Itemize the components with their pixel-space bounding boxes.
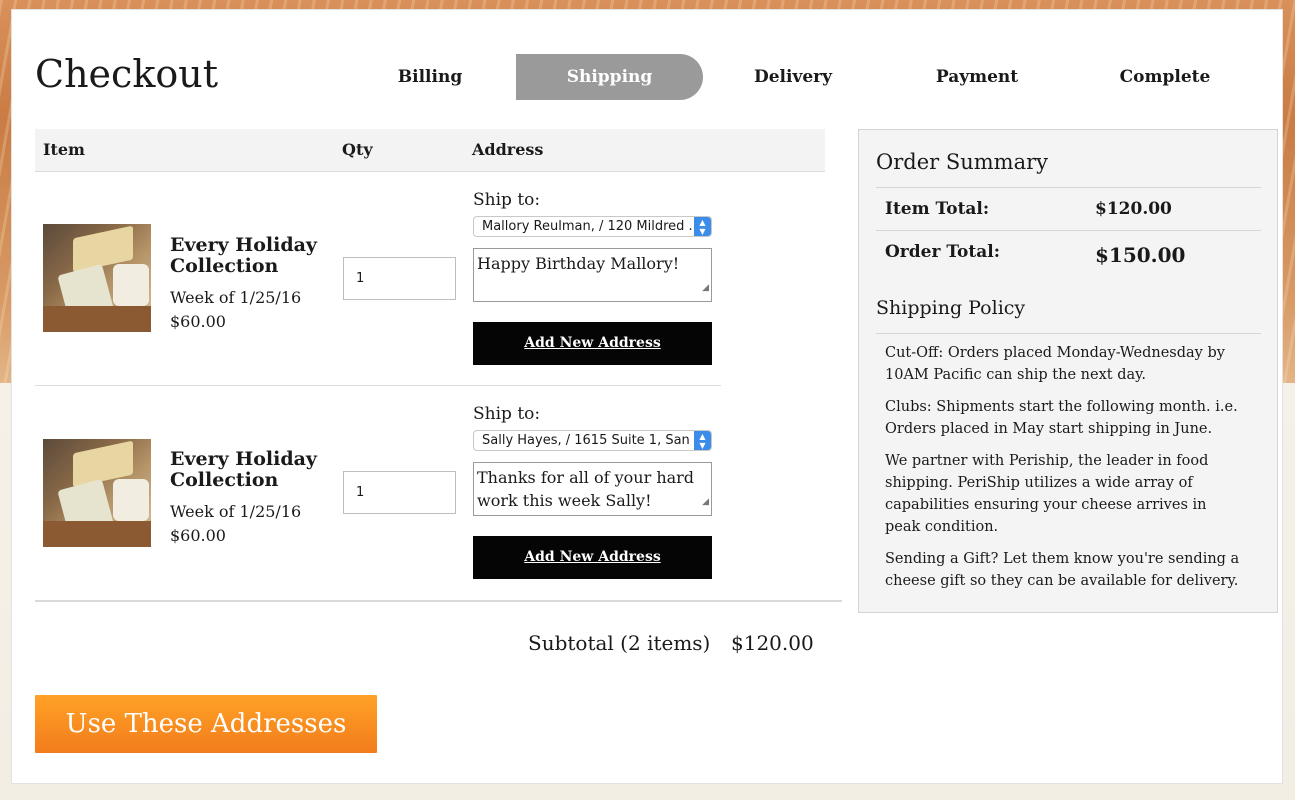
subtotal-label: Subtotal (2 items) [528, 631, 711, 655]
cart-bottom-divider [35, 600, 842, 602]
item-total-value: $120.00 [1095, 199, 1172, 219]
product-image[interactable] [43, 439, 151, 547]
order-summary: Order Summary Item Total: $120.00 Order … [858, 129, 1278, 613]
product-week: Week of 1/25/16 [170, 502, 302, 521]
quantity-input[interactable]: 1 [343, 257, 456, 300]
step-payment[interactable]: Payment [920, 54, 1034, 100]
updown-chevron-icon: ▲ ▼ [694, 431, 711, 450]
step-shipping[interactable]: Shipping [516, 54, 703, 100]
checkout-panel: Checkout Billing Shipping Delivery Payme… [11, 9, 1283, 784]
order-total-label: Order Total: [885, 242, 1000, 262]
product-name[interactable]: Every Holiday Collection [170, 235, 340, 277]
page-title: Checkout [35, 52, 218, 96]
product-price: $60.00 [170, 526, 226, 545]
summary-divider [876, 333, 1261, 334]
add-new-address-button[interactable]: Add New Address [473, 322, 712, 365]
gift-message-text: Thanks for all of your hard work this we… [477, 468, 695, 510]
product-name[interactable]: Every Holiday Collection [170, 449, 340, 491]
policy-paragraph: Clubs: Shipments start the following mon… [885, 399, 1238, 437]
summary-divider [876, 230, 1261, 231]
policy-paragraph: Cut-Off: Orders placed Monday-Wednesday … [885, 345, 1225, 383]
ship-to-label: Ship to: [473, 404, 541, 424]
ship-to-label: Ship to: [473, 190, 541, 210]
address-select-value: Sally Hayes, / 1615 Suite 1, San ... [482, 433, 707, 448]
item-total-label: Item Total: [885, 199, 990, 219]
resize-grip-icon[interactable]: ◢ [702, 491, 709, 514]
address-select[interactable]: Sally Hayes, / 1615 Suite 1, San ... ▲ ▼ [473, 430, 712, 451]
quantity-input[interactable]: 1 [343, 471, 456, 514]
checkout-steps: Billing Shipping Delivery Payment Comple… [365, 54, 1245, 100]
gift-message-textarea[interactable]: Thanks for all of your hard work this we… [473, 462, 712, 516]
order-summary-title: Order Summary [876, 150, 1048, 174]
policy-paragraph: We partner with Periship, the leader in … [885, 453, 1209, 535]
column-header-qty: Qty [342, 140, 373, 159]
gift-message-textarea[interactable]: Happy Birthday Mallory! ◢ [473, 248, 712, 302]
column-header-address: Address [472, 140, 544, 159]
product-price: $60.00 [170, 312, 226, 331]
product-week: Week of 1/25/16 [170, 288, 302, 307]
cart-header: Item Qty Address [35, 129, 825, 172]
order-total-value: $150.00 [1095, 243, 1186, 267]
step-billing[interactable]: Billing [365, 54, 495, 100]
updown-chevron-icon: ▲ ▼ [694, 217, 711, 236]
cart-item-row: Every Holiday Collection Week of 1/25/16… [35, 386, 825, 600]
address-select[interactable]: Mallory Reulman, / 120 Mildred ... ▲ ▼ [473, 216, 712, 237]
shipping-policy-title: Shipping Policy [876, 297, 1026, 319]
product-image[interactable] [43, 224, 151, 332]
use-these-addresses-button[interactable]: Use These Addresses [35, 695, 377, 753]
column-header-item: Item [43, 140, 85, 159]
add-new-address-button[interactable]: Add New Address [473, 536, 712, 579]
address-select-value: Mallory Reulman, / 120 Mildred ... [482, 219, 701, 234]
cart-item-row: Every Holiday Collection Week of 1/25/16… [35, 172, 825, 386]
step-delivery[interactable]: Delivery [735, 54, 851, 100]
resize-grip-icon[interactable]: ◢ [702, 277, 709, 300]
gift-message-text: Happy Birthday Mallory! [477, 254, 680, 273]
policy-paragraph: Sending a Gift? Let them know you're sen… [885, 551, 1240, 589]
step-complete[interactable]: Complete [1110, 54, 1220, 100]
subtotal-value: $120.00 [731, 631, 814, 655]
summary-divider [876, 187, 1261, 188]
